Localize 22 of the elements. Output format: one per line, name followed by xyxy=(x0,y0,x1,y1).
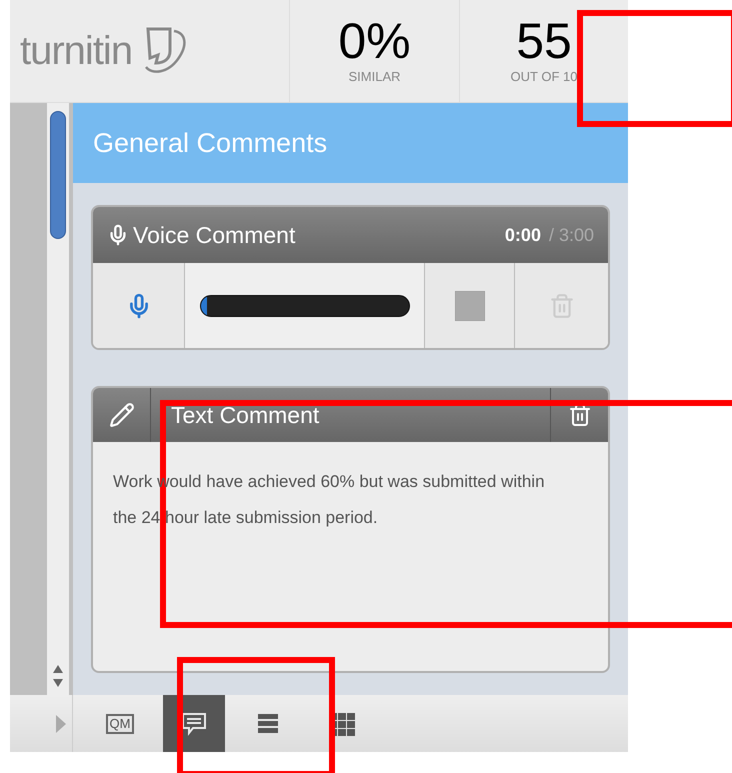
grade-label: OUT OF 10 xyxy=(510,68,578,86)
grade-value: 55 xyxy=(516,15,572,68)
similarity-label: SIMILAR xyxy=(348,68,400,86)
similarity-value: 0% xyxy=(338,15,411,68)
total-duration: / 3:00 xyxy=(548,224,594,246)
pencil-icon xyxy=(108,402,134,428)
scrollbar-thumb[interactable] xyxy=(50,111,66,239)
panel-title: General Comments xyxy=(93,126,328,160)
scroll-up-icon[interactable] xyxy=(53,665,63,673)
trash-icon xyxy=(568,403,592,427)
scroll-down-icon[interactable] xyxy=(53,679,63,687)
quickmark-tab[interactable]: QM xyxy=(89,695,151,752)
record-button[interactable] xyxy=(93,263,185,348)
list-icon xyxy=(255,712,281,736)
trash-icon xyxy=(548,292,574,318)
comment-icon xyxy=(181,712,207,736)
stop-icon xyxy=(454,290,484,320)
comments-tab[interactable] xyxy=(163,695,225,752)
elapsed-time: 0:00 xyxy=(504,224,541,246)
logo-text: turnitin xyxy=(20,28,132,75)
text-comment-title: Text Comment xyxy=(171,400,320,430)
voice-comment-title: Voice Comment xyxy=(133,220,296,250)
